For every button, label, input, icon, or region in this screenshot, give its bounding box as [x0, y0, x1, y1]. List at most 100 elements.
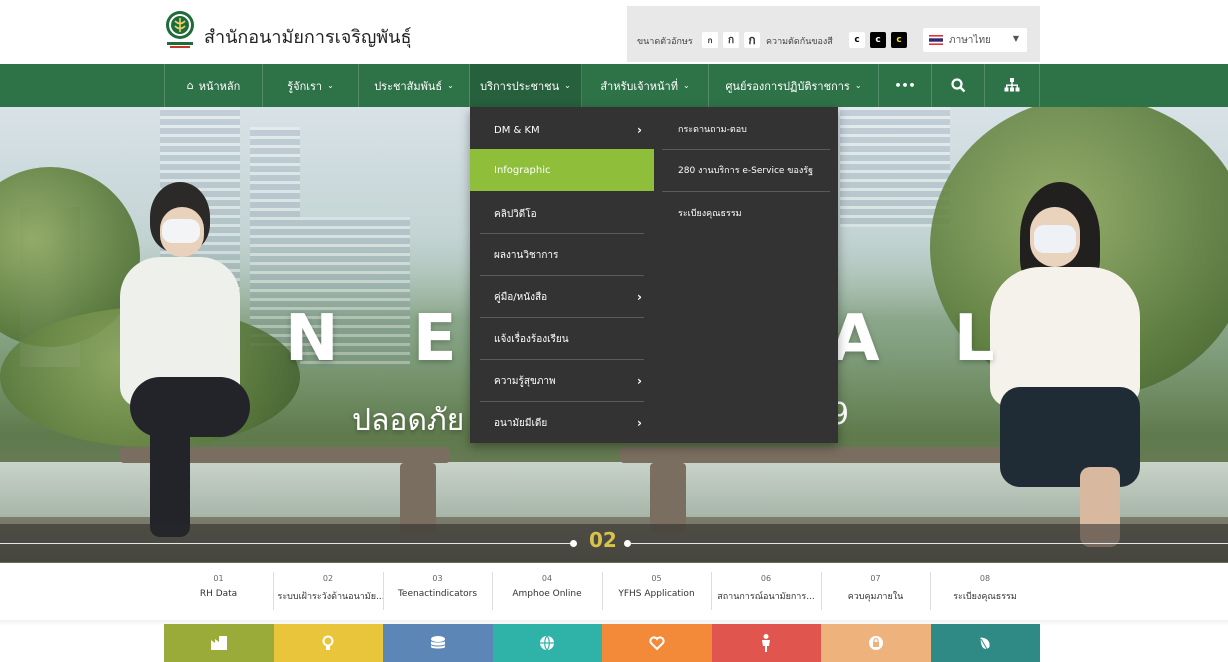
submenu-item-label: 280 งานบริการ e-Service ของรัฐ: [678, 166, 814, 176]
menu-item-label: ผลงานวิชาการ: [494, 249, 559, 261]
chevron-right-icon: ›: [637, 374, 642, 388]
tile-yfhs[interactable]: [602, 624, 712, 662]
logo-icon[interactable]: [164, 10, 196, 50]
menu-item-manuals-books[interactable]: คู่มือ/หนังสือ ›: [470, 276, 654, 318]
quick-link-number: 07: [870, 574, 881, 583]
building-image: [840, 107, 950, 227]
sitemap-button[interactable]: [985, 64, 1040, 107]
thai-flag-icon: [929, 35, 943, 45]
quick-link-integrity[interactable]: 08 ระเบียงคุณธรรม: [931, 566, 1040, 616]
font-size-small-button[interactable]: ก: [702, 32, 718, 48]
nav-more-button[interactable]: •••: [879, 64, 932, 107]
language-label: ภาษาไทย: [949, 35, 991, 46]
menu-item-video-clips[interactable]: คลิปวิดีโอ: [470, 193, 654, 235]
font-size-large-button[interactable]: ก: [744, 32, 760, 48]
quick-link-surveillance[interactable]: 02 ระบบเฝ้าระวังด้านอนามัย...: [274, 566, 383, 616]
quick-link-yfhs[interactable]: 05 YFHS Application: [602, 566, 711, 616]
site-title[interactable]: สำนักอนามัยการเจริญพันธุ์: [204, 22, 411, 51]
nav-public-service[interactable]: บริการประชาชน ⌄: [470, 64, 582, 107]
language-select[interactable]: ภาษาไทย ▼: [923, 28, 1027, 52]
chevron-down-icon: ⌄: [682, 81, 690, 90]
nav-pr-label: ประชาสัมพันธ์: [374, 79, 443, 93]
hero-subline-left: ปลอดภัย: [352, 403, 465, 438]
lightbulb-icon: [322, 635, 334, 650]
menu-item-label: ความรู้สุขภาพ: [494, 375, 556, 387]
chevron-down-icon: ▼: [1012, 34, 1019, 43]
quick-links: 01 RH Data 02 ระบบเฝ้าระวังด้านอนามัย...…: [164, 566, 1040, 618]
submenu-divider: [662, 191, 830, 192]
nav-home-label: หน้าหลัก: [198, 79, 241, 93]
nav-staff[interactable]: สำหรับเจ้าหน้าที่ ⌄: [582, 64, 709, 107]
slide-number: 02: [589, 528, 617, 552]
tile-situation[interactable]: [711, 624, 821, 662]
sitemap-icon: [1004, 78, 1020, 92]
contrast-label: ความตัดกันของสี: [766, 37, 833, 47]
site-header: สำนักอนามัยการเจริญพันธุ์ ขนาดตัวอักษร ก…: [0, 0, 1228, 64]
tile-teenact[interactable]: [383, 624, 493, 662]
quick-link-label: ระบบเฝ้าระวังด้านอนามัย...: [277, 592, 383, 602]
menu-item-label: คลิปวิดีโอ: [494, 208, 537, 220]
menu-item-label: คู่มือ/หนังสือ: [494, 291, 548, 303]
nav-home[interactable]: ⌂ หน้าหลัก: [164, 64, 263, 107]
menu-item-label: อนามัยมีเดีย: [494, 417, 548, 429]
font-size-label: ขนาดตัวอักษร: [637, 37, 693, 47]
menu-item-anamai-media[interactable]: อนามัยมีเดีย ›: [470, 402, 654, 444]
tile-rh-data[interactable]: [164, 624, 274, 662]
nav-about[interactable]: รู้จักเรา ⌄: [263, 64, 359, 107]
nav-about-label: รู้จักเรา: [287, 79, 323, 93]
person-icon: [762, 634, 771, 652]
chevron-down-icon: ⌄: [854, 81, 862, 90]
menu-item-dm-km[interactable]: DM & KM ›: [470, 109, 654, 151]
quick-link-teenact[interactable]: 03 Teenactindicators: [383, 566, 492, 616]
quick-link-situation[interactable]: 06 สถานการณ์อนามัยการ...: [712, 566, 821, 616]
submenu-item-qa-board[interactable]: กระดานถาม-ตอบ: [654, 109, 838, 149]
bench-image: [650, 463, 686, 533]
contrast-dark-button[interactable]: c: [870, 32, 886, 48]
chevron-down-icon: ⌄: [564, 81, 571, 90]
quick-link-label: RH Data: [199, 589, 238, 599]
menu-item-infographic[interactable]: Infographic: [470, 149, 654, 191]
heart-icon: [649, 636, 665, 650]
public-service-dropdown: DM & KM › Infographic คลิปวิดีโอ ผลงานวิ…: [470, 107, 838, 443]
quick-link-number: 03: [432, 574, 443, 583]
search-button[interactable]: [932, 64, 985, 107]
lock-icon: [868, 636, 883, 650]
chevron-down-icon: ⌄: [447, 81, 454, 90]
chevron-down-icon: ⌄: [327, 81, 334, 90]
submenu-item-label: ระเบียงคุณธรรม: [678, 209, 742, 219]
submenu-item-integrity-corridor[interactable]: ระเบียงคุณธรรม: [654, 193, 838, 233]
tile-internal-control[interactable]: [821, 624, 931, 662]
slider-dot[interactable]: [570, 540, 577, 547]
contrast-normal-button[interactable]: c: [849, 32, 865, 48]
menu-item-complaints[interactable]: แจ้งเรื่องร้องเรียน: [470, 318, 654, 360]
menu-item-academic-works[interactable]: ผลงานวิชาการ: [470, 234, 654, 276]
quick-link-amphoe-online[interactable]: 04 Amphoe Online: [493, 566, 602, 616]
more-icon: •••: [894, 79, 916, 92]
quick-link-number: 02: [322, 574, 334, 583]
quick-link-label: Amphoe Online: [512, 589, 582, 599]
menu-item-health-knowledge[interactable]: ความรู้สุขภาพ ›: [470, 360, 654, 402]
quick-link-tiles: [164, 624, 1040, 662]
tile-integrity[interactable]: [930, 624, 1040, 662]
nav-operation-center-label: ศูนย์รองการปฏิบัติราชการ: [725, 79, 850, 93]
tile-surveillance[interactable]: [273, 624, 383, 662]
nav-operation-center[interactable]: ศูนย์รองการปฏิบัติราชการ ⌄: [709, 64, 879, 107]
quick-link-number: 06: [760, 574, 772, 583]
menu-item-label: DM & KM: [494, 124, 540, 136]
chevron-right-icon: ›: [637, 416, 642, 430]
quick-link-label: YFHS Application: [618, 589, 695, 599]
submenu-item-label: กระดานถาม-ตอบ: [678, 125, 747, 135]
slider-pagination: 02: [0, 524, 1228, 562]
contrast-yellow-button[interactable]: c: [891, 32, 907, 48]
nav-public-service-label: บริการประชาชน: [480, 79, 560, 93]
font-size-medium-button[interactable]: ก: [723, 32, 739, 48]
tile-amphoe-online[interactable]: [492, 624, 602, 662]
quick-link-internal-control[interactable]: 07 ควบคุมภายใน: [821, 566, 930, 616]
quick-link-label: ระเบียงคุณธรรม: [953, 592, 1017, 602]
nav-pr[interactable]: ประชาสัมพันธ์ ⌄: [359, 64, 470, 107]
menu-item-label: แจ้งเรื่องร้องเรียน: [494, 333, 569, 345]
bench-image: [400, 463, 436, 533]
quick-link-rh-data[interactable]: 01 RH Data: [164, 566, 273, 616]
menu-item-label: Infographic: [494, 164, 551, 176]
submenu-item-e-service[interactable]: 280 งานบริการ e-Service ของรัฐ: [654, 150, 838, 190]
